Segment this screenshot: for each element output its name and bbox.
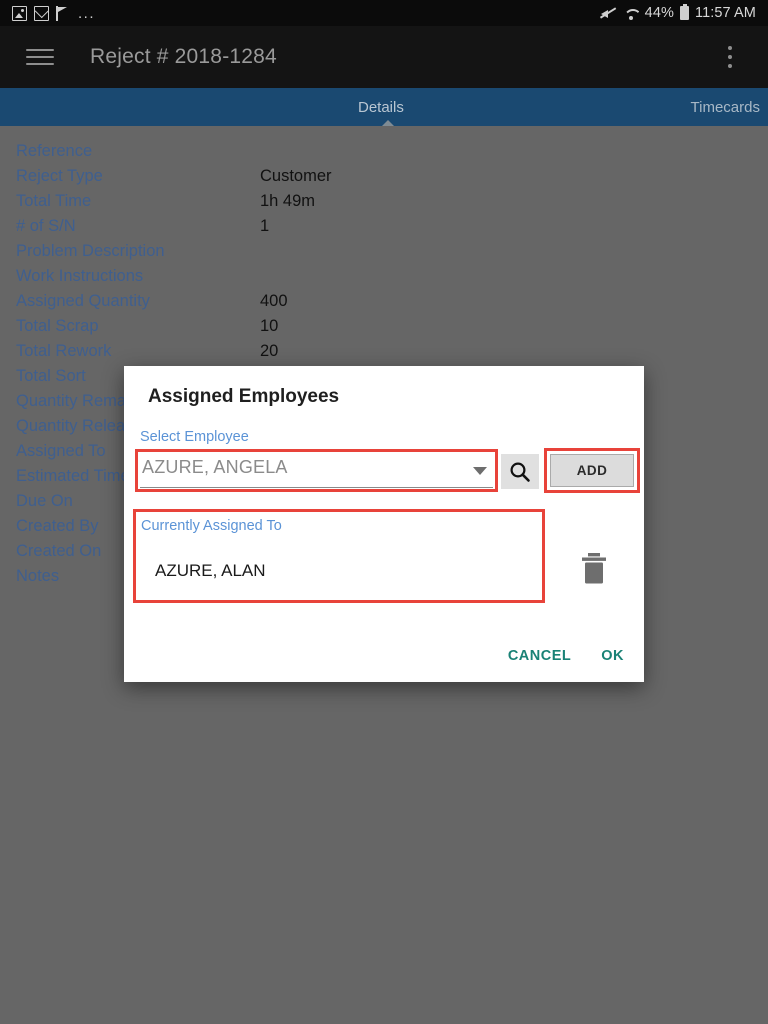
detail-value: 1h 49m	[260, 192, 316, 210]
dialog-title: Assigned Employees	[148, 386, 340, 407]
status-bar-system: 44% 11:57 AM	[600, 4, 756, 21]
detail-label: Assigned Quantity	[16, 292, 150, 310]
detail-row: Work Instructions	[16, 267, 756, 292]
detail-label: # of S/N	[16, 217, 76, 235]
detail-row: Assigned Quantity 400	[16, 292, 756, 317]
detail-value: 20	[260, 342, 279, 360]
search-button[interactable]	[501, 454, 539, 489]
detail-label: Total Rework	[16, 342, 112, 360]
detail-label: Notes	[16, 567, 60, 585]
detail-value: 1	[260, 217, 270, 235]
delete-assignment-button[interactable]	[578, 551, 610, 585]
cancel-button[interactable]: CANCEL	[508, 648, 571, 664]
tab-details[interactable]: Details	[358, 99, 404, 116]
app-bar: Reject # 2018-1284	[0, 26, 768, 88]
ok-button[interactable]: OK	[601, 648, 624, 664]
mute-icon	[600, 6, 617, 21]
screen-root: ... 44% 11:57 AM Reject # 2018-1284 Deta…	[0, 0, 768, 1024]
detail-label: Created On	[16, 542, 102, 560]
notification-overflow-dots: ...	[78, 4, 96, 22]
detail-label: Total Sort	[16, 367, 86, 385]
detail-value: Customer	[260, 167, 332, 185]
detail-label: Estimated Time	[16, 467, 130, 485]
clock-label: 11:57 AM	[695, 5, 756, 21]
select-employee-label: Select Employee	[140, 429, 249, 445]
detail-label: Reject Type	[16, 167, 103, 185]
detail-value: 10	[260, 317, 279, 335]
detail-label: Created By	[16, 517, 99, 535]
list-item[interactable]: AZURE, ALAN	[155, 561, 266, 581]
detail-row: # of S/N 1	[16, 217, 756, 242]
detail-row: Problem Description	[16, 242, 756, 267]
detail-row: Reject Type Customer	[16, 167, 756, 192]
detail-label: Reference	[16, 142, 93, 160]
detail-label: Due On	[16, 492, 73, 510]
detail-value: 400	[260, 292, 288, 310]
detail-row: Total Scrap 10	[16, 317, 756, 342]
mail-icon	[34, 5, 49, 21]
hamburger-menu-icon[interactable]	[26, 47, 54, 67]
add-button[interactable]: ADD	[550, 454, 634, 487]
employee-select-value: AZURE, ANGELA	[142, 457, 288, 477]
more-vertical-icon[interactable]	[718, 44, 742, 70]
detail-label: Total Time	[16, 192, 92, 210]
detail-label: Work Instructions	[16, 267, 144, 285]
tab-timecards[interactable]: Timecards	[691, 99, 760, 116]
detail-label: Total Scrap	[16, 317, 99, 335]
chevron-down-icon[interactable]	[473, 467, 487, 475]
detail-row: Reference	[16, 142, 756, 167]
wifi-icon	[623, 6, 639, 20]
currently-assigned-label: Currently Assigned To	[141, 518, 282, 534]
employee-select-input[interactable]: AZURE, ANGELA	[140, 454, 493, 488]
detail-row: Total Rework 20	[16, 342, 756, 367]
battery-percent-label: 44%	[644, 5, 674, 21]
search-icon	[510, 461, 530, 482]
tab-bar: Details Timecards	[0, 88, 768, 127]
battery-icon	[680, 4, 689, 20]
dialog-actions: CANCEL OK	[508, 648, 624, 664]
status-bar: ... 44% 11:57 AM	[0, 0, 768, 26]
status-bar-notifications: ...	[12, 5, 95, 22]
page-title: Reject # 2018-1284	[90, 45, 277, 68]
detail-label: Assigned To	[16, 442, 106, 460]
detail-row: Total Time 1h 49m	[16, 192, 756, 217]
trash-icon	[582, 553, 606, 584]
detail-label: Problem Description	[16, 242, 165, 260]
assigned-employees-dialog: Assigned Employees Select Employee AZURE…	[124, 366, 644, 682]
flag-icon	[56, 5, 69, 21]
photo-icon	[12, 5, 27, 21]
